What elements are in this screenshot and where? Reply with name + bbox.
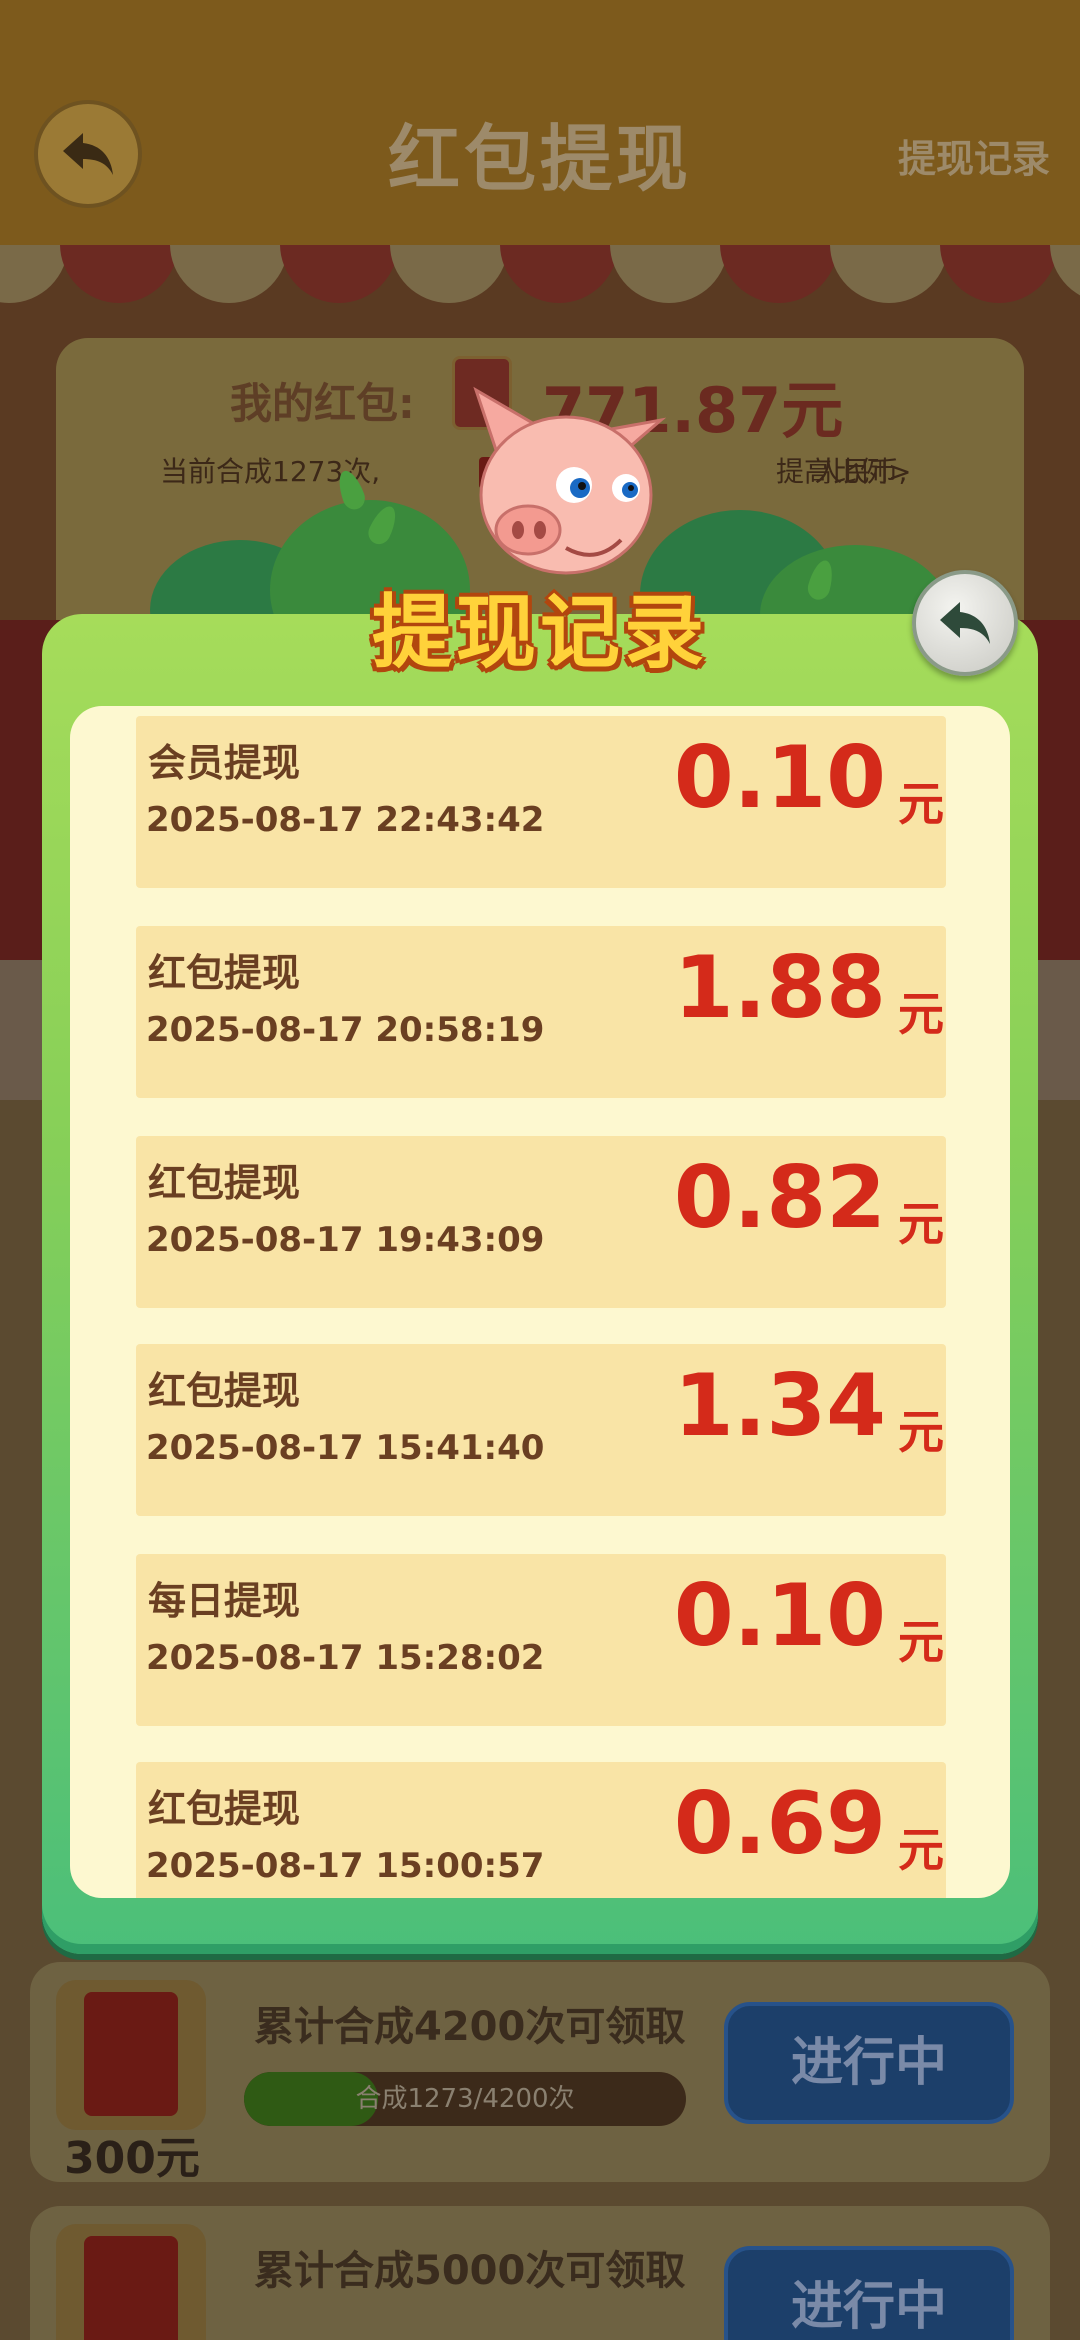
- red-packet-icon: [56, 2224, 206, 2340]
- record-amount: 1.88: [673, 938, 886, 1038]
- record-time: 2025-08-17 15:28:02: [146, 1638, 545, 1678]
- history-link[interactable]: 提现记录: [898, 128, 1050, 183]
- record-time: 2025-08-17 19:43:09: [146, 1220, 545, 1260]
- record-item: 红包提现 2025-08-17 15:00:57 0.69 元: [136, 1762, 946, 1898]
- task-reward: 300元: [64, 2133, 200, 2184]
- modal-close-button[interactable]: [912, 570, 1018, 676]
- red-packet-icon: [56, 1980, 206, 2130]
- record-time: 2025-08-17 20:58:19: [146, 1010, 545, 1050]
- in-progress-button[interactable]: 进行中: [724, 2246, 1014, 2340]
- page-header: 红包提现 提现记录: [0, 0, 1080, 245]
- record-type: 每日提现: [148, 1579, 301, 1623]
- record-amount: 0.10: [673, 728, 886, 828]
- record-amount: 1.34: [673, 1356, 886, 1456]
- record-unit: 元: [898, 1197, 944, 1251]
- record-type: 红包提现: [148, 1787, 301, 1831]
- record-unit: 元: [898, 987, 944, 1041]
- record-unit: 元: [898, 1405, 944, 1459]
- record-unit: 元: [898, 777, 944, 831]
- record-type: 红包提现: [148, 1161, 301, 1205]
- record-type: 红包提现: [148, 1369, 301, 1413]
- awning-decoration: [0, 245, 1080, 305]
- record-unit: 元: [898, 1823, 944, 1877]
- record-item: 红包提现 2025-08-17 15:41:40 1.34 元: [136, 1344, 946, 1516]
- record-item: 红包提现 2025-08-17 20:58:19 1.88 元: [136, 926, 946, 1098]
- record-time: 2025-08-17 15:00:57: [146, 1846, 545, 1886]
- record-item: 会员提现 2025-08-17 22:43:42 0.10 元: [136, 716, 946, 888]
- task-row: 累计合成5000次可领取 进行中: [30, 2206, 1050, 2340]
- in-progress-button[interactable]: 进行中: [724, 2002, 1014, 2124]
- back-arrow-icon: [940, 602, 990, 644]
- task-label: 累计合成4200次可领取: [254, 2004, 686, 2050]
- record-type: 会员提现: [148, 741, 301, 785]
- task-label: 累计合成5000次可领取: [254, 2248, 686, 2294]
- record-time: 2025-08-17 15:41:40: [146, 1428, 545, 1468]
- record-amount: 0.69: [673, 1774, 886, 1874]
- record-amount: 0.10: [673, 1566, 886, 1666]
- pig-mascot-icon: [473, 386, 666, 575]
- record-time: 2025-08-17 22:43:42: [146, 800, 545, 840]
- record-amount: 0.82: [673, 1148, 886, 1248]
- task-progress-bar: 合成1273/4200次: [244, 2072, 686, 2126]
- record-type: 红包提现: [148, 951, 301, 995]
- record-item: 红包提现 2025-08-17 19:43:09 0.82 元: [136, 1136, 946, 1308]
- task-row: 300元 累计合成4200次可领取 合成1273/4200次 进行中: [30, 1962, 1050, 2184]
- improve-ratio-link[interactable]: 提高比例>: [776, 450, 911, 490]
- progress-text: 合成1273/4200次: [355, 2084, 575, 2114]
- record-list[interactable]: 会员提现 2025-08-17 22:43:42 0.10 元 红包提现 202…: [70, 706, 1010, 1898]
- record-unit: 元: [898, 1615, 944, 1669]
- wallet-label: 我的红包:: [230, 379, 415, 428]
- record-item: 每日提现 2025-08-17 15:28:02 0.10 元: [136, 1554, 946, 1726]
